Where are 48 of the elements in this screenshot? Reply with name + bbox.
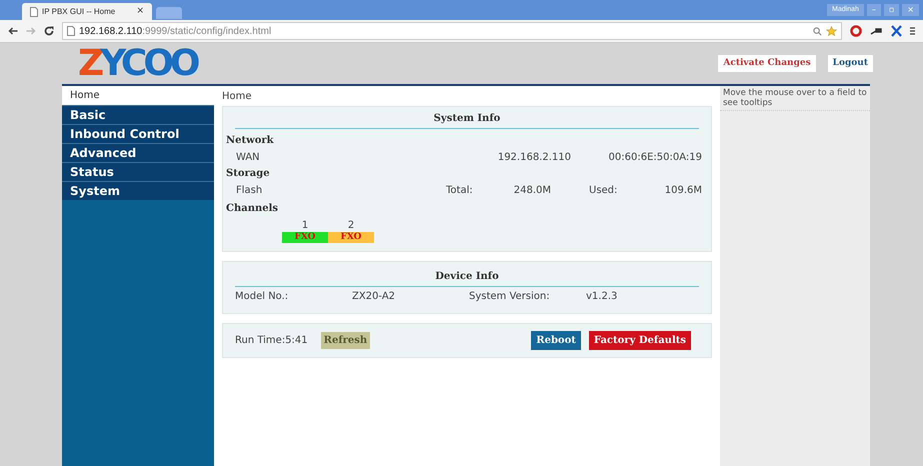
channel-number: 2 [348,220,354,232]
breadcrumb: Home [222,90,253,104]
sidebar-item[interactable]: Inbound Control [62,124,214,143]
close-icon[interactable]: × [136,4,144,18]
label-text: Used: [589,184,618,198]
label-text: System Version: [469,290,551,304]
logout-button[interactable]: Logout [828,54,873,72]
value-text: 248.0M [512,184,551,198]
value-text: v1.2.3 [586,290,618,304]
sidebar-item[interactable]: Status [62,162,214,181]
section-heading: Storage [226,167,271,181]
label-text: WAN [236,150,261,164]
page-icon [67,26,75,36]
page-icon [30,6,38,16]
x-icon[interactable] [891,25,902,37]
reboot-button[interactable]: Reboot [531,331,581,350]
star-icon[interactable] [826,26,837,36]
mac-address: 00:60:6E:50:0A:19 [608,150,702,164]
section-heading: Channels [226,202,280,216]
sidebar-item[interactable]: System [62,181,214,200]
card-title: Device Info [235,269,699,287]
sidebar-item[interactable]: Basic [62,105,214,124]
logo: ZYCOO [78,46,197,82]
section-heading: Network [226,134,275,148]
channel-tag: FXO [328,232,374,243]
sidebar-item[interactable]: Home [62,86,214,105]
factory-defaults-button[interactable]: Factory Defaults [588,331,691,350]
value-text: ZX20-A2 [352,290,396,304]
runtime-text: Run Time:5:41 [235,334,308,348]
browser-tab[interactable]: IP PBX GUI -- Home × [22,3,152,20]
reload-icon[interactable] [44,26,54,36]
help-text: Move the mouse over to a field to see tooltips [720,86,870,111]
address-field[interactable]: 192.168.2.110:9999/static/config/index.html [62,22,842,40]
menu-icon[interactable] [910,26,915,36]
plug-icon[interactable] [870,26,883,36]
label-text: Model No.: [235,290,290,304]
channel-number: 1 [302,220,308,232]
sidebar-item[interactable]: Advanced [62,143,214,162]
label-text: Flash [236,184,264,198]
ip-address: 192.168.2.110 [496,150,571,164]
label-text: Total: [446,184,474,198]
activate-button[interactable]: Activate Changes [718,54,816,72]
ring-icon[interactable] [850,25,862,37]
card-title: System Info [235,111,699,129]
channel-tag: FXO [282,232,328,243]
value-text: 109.6M [664,184,702,198]
back-icon[interactable] [8,27,18,35]
zoom-icon[interactable] [813,26,822,36]
